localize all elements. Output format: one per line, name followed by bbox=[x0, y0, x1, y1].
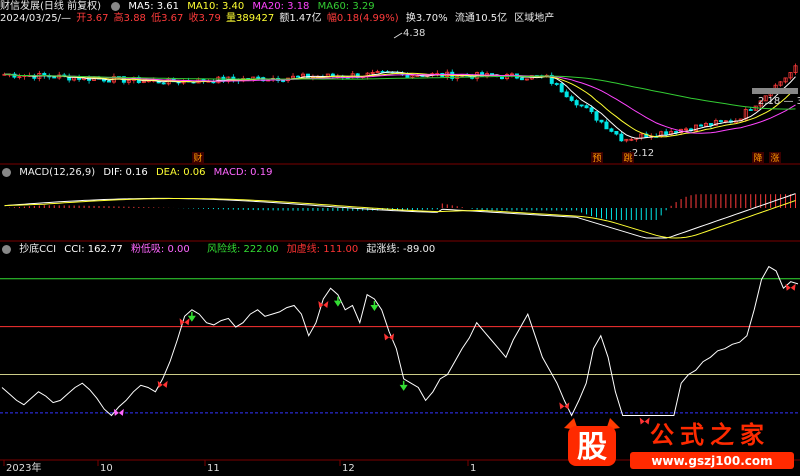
marker-yu: 预 bbox=[592, 153, 601, 164]
candle-body bbox=[106, 80, 111, 83]
candle-body bbox=[708, 123, 713, 126]
cci-buy-marker bbox=[179, 318, 190, 326]
candle-body bbox=[519, 77, 524, 81]
candle-body bbox=[614, 131, 619, 135]
candle-body bbox=[604, 121, 609, 130]
candle-body bbox=[594, 111, 599, 121]
chart-canvas: 4.38 2.12 2.18 — 3.29 财 预 跳 降涨 2023年 10 11 12 1 bbox=[0, 28, 800, 474]
candle-body bbox=[574, 100, 579, 106]
cci-risk: 风险线: 222.00 bbox=[206, 244, 279, 255]
macd-dif: DIF: 0.16 bbox=[103, 167, 148, 178]
watermark-logo: 股 公式之家 www.gszj100.com bbox=[560, 414, 798, 472]
xaxis-label: 12 bbox=[342, 463, 355, 474]
marker-tiao: 跳 bbox=[623, 152, 632, 164]
cci-rise: 起涨线: -89.00 bbox=[366, 244, 436, 255]
macd-dea: DEA: 0.06 bbox=[155, 167, 206, 178]
candle-body bbox=[619, 133, 624, 142]
xaxis-label: 11 bbox=[207, 463, 220, 474]
high-annotation-line bbox=[393, 32, 403, 39]
low-price-label: 2.12 bbox=[632, 148, 654, 159]
cci-buy-marker bbox=[157, 380, 168, 388]
candle-body bbox=[256, 76, 261, 79]
cci-line bbox=[1, 265, 799, 417]
candle-body bbox=[584, 105, 589, 109]
high-price-label: 4.38 bbox=[403, 28, 425, 39]
macd-value: MACD: 0.19 bbox=[213, 167, 273, 178]
candle-body bbox=[296, 75, 301, 78]
xaxis-label: 1 bbox=[470, 463, 476, 474]
marker-zhang: 涨 bbox=[770, 153, 779, 164]
candle-body bbox=[589, 107, 594, 113]
logo-url: www.gszj100.com bbox=[651, 454, 772, 468]
cci-buy-marker bbox=[318, 301, 329, 308]
cci-low: 粉低吸: 0.00 bbox=[130, 244, 190, 255]
candle-body bbox=[698, 124, 703, 127]
cci-buy-marker bbox=[113, 408, 124, 416]
cci-value: CCI: 162.77 bbox=[64, 244, 123, 255]
chart-root: 财信发展(日线 前复权) MA5: 3.61 MA10: 3.40 MA20: … bbox=[0, 0, 800, 474]
marker-jiang: 降 bbox=[753, 152, 762, 164]
marker-cai: 财 bbox=[193, 152, 202, 164]
right-price-bar bbox=[752, 88, 798, 94]
cci-buy-marker bbox=[559, 402, 570, 410]
candle-body bbox=[748, 109, 753, 111]
candle-body bbox=[281, 80, 286, 82]
dif-line bbox=[4, 193, 796, 239]
candle-body bbox=[599, 119, 604, 123]
logo-big-char: 股 bbox=[577, 430, 607, 465]
logo-graphic: 股 公式之家 www.gszj100.com bbox=[564, 418, 794, 469]
dea-line bbox=[4, 198, 796, 239]
macd-menu-icon[interactable] bbox=[2, 167, 11, 177]
macd-name: MACD(12,26,9) bbox=[19, 167, 96, 178]
ma10-line bbox=[4, 72, 796, 138]
cci-menu-icon[interactable] bbox=[2, 244, 11, 254]
xaxis-label: 10 bbox=[100, 463, 113, 474]
macd-header: MACD(12,26,9) DIF: 0.16 DEA: 0.06 MACD: … bbox=[0, 166, 277, 180]
logo-name: 公式之家 bbox=[650, 421, 770, 449]
candle-body bbox=[52, 76, 57, 79]
candle-body bbox=[609, 128, 614, 132]
ma20-line bbox=[4, 73, 796, 134]
candle-body bbox=[579, 104, 584, 107]
right-price-label: 2.18 — 3.29 bbox=[758, 96, 800, 107]
candle-body bbox=[559, 83, 564, 93]
cci-buy-marker bbox=[384, 333, 395, 341]
candle-body bbox=[161, 82, 166, 85]
candle-body bbox=[674, 131, 679, 133]
candle-body bbox=[664, 131, 669, 135]
candle-body bbox=[554, 83, 559, 85]
xaxis-label: 2023年 bbox=[6, 461, 41, 474]
cci-name: 抄底CCI bbox=[19, 244, 57, 255]
candle-body bbox=[718, 120, 723, 122]
cci-header: 抄底CCI CCI: 162.77 粉低吸: 0.00 风险线: 222.00 … bbox=[0, 243, 440, 257]
cci-add: 加虚线: 111.00 bbox=[286, 244, 359, 255]
candle-body bbox=[569, 96, 574, 101]
candle-body bbox=[564, 91, 569, 98]
